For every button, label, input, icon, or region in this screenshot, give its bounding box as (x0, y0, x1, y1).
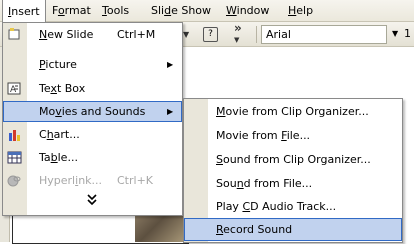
text-box-pre: Te (39, 82, 51, 95)
toolbar-options-icon[interactable]: » ▼ (234, 21, 242, 45)
movies-and-sounds-submenu: Movie from Clip Organizer... Movie from … (183, 98, 403, 243)
menu-format-label: rmat (64, 4, 91, 17)
submenu-item-record-sound[interactable]: Record Sound (184, 218, 402, 241)
table-text: le... (57, 151, 78, 164)
movie-clip-mnemonic: M (216, 105, 226, 118)
chart-text: art... (53, 128, 80, 141)
movie-file-text: ile... (286, 129, 311, 142)
menu-slideshow-pre: Sli (151, 4, 165, 17)
play-cd-label: Play CD Audio Track... (216, 195, 336, 218)
hyperlink-icon (7, 173, 22, 188)
submenu-arrow-icon: ▶ (167, 60, 174, 69)
menu-window[interactable]: Window (221, 0, 274, 21)
sound-file-text: d from File... (243, 177, 313, 190)
menu-slideshow-label: e Show (171, 4, 212, 17)
movies-text: ies and Sounds (61, 105, 146, 118)
text-box-text: t Box (56, 82, 86, 95)
toolbar-separator (256, 26, 257, 43)
menu-item-new-slide[interactable]: New Slide Ctrl+M (3, 24, 182, 45)
chart-pre: C (39, 128, 47, 141)
hyperlink-text: nk... (78, 174, 103, 187)
new-slide-icon (7, 27, 22, 42)
hyperlink-shortcut: Ctrl+K (117, 174, 154, 187)
help-icon[interactable]: ? (203, 27, 218, 42)
table-label: Table... (39, 147, 78, 168)
menu-slide-show[interactable]: Slide Show (146, 0, 216, 21)
sound-file-mnemonic: n (236, 177, 244, 190)
menu-window-mnemonic: W (226, 4, 237, 17)
movies-pre: Mo (39, 105, 56, 118)
chart-icon (7, 127, 22, 142)
table-pre: Ta (39, 151, 51, 164)
font-name-combobox[interactable]: Arial (261, 25, 387, 44)
play-cd-text: D Audio Track... (250, 200, 337, 213)
menu-format[interactable]: Format (47, 0, 96, 21)
text-box-label: Text Box (39, 78, 85, 99)
record-sound-text: ecord Sound (223, 223, 293, 236)
submenu-item-movie-from-clip-organizer[interactable]: Movie from Clip Organizer... (184, 100, 402, 123)
menu-item-hyperlink: Hyperlink... Ctrl+K (3, 170, 182, 191)
menu-item-text-box[interactable]: A Text Box (3, 78, 182, 99)
toolbar-more-caret-icon: ▼ (234, 36, 240, 44)
font-size-box[interactable]: 1 (404, 27, 411, 40)
record-sound-label: Record Sound (216, 218, 292, 241)
menu-bar: Insert Format Tools Slide Show Window He… (0, 0, 414, 22)
new-slide-label: New Slide (39, 24, 93, 45)
movie-clip-label: Movie from Clip Organizer... (216, 100, 369, 123)
menu-help[interactable]: Help (283, 0, 318, 21)
table-icon (7, 150, 22, 165)
picture-label: Picture (39, 54, 77, 75)
toolbar-more-glyph: » (234, 21, 242, 35)
sound-clip-mnemonic: S (216, 153, 223, 166)
submenu-item-sound-from-clip-organizer[interactable]: Sound from Clip Organizer... (184, 148, 402, 171)
hyperlink-label: Hyperlink... (39, 170, 102, 191)
insert-menu: New Slide Ctrl+M Picture ▶ A Text Box Mo… (2, 22, 183, 216)
hyperlink-pre: Hyperl (39, 174, 76, 187)
menu-help-label: elp (296, 4, 314, 17)
submenu-arrow-icon: ▶ (167, 107, 174, 116)
submenu-item-movie-from-file[interactable]: Movie from File... (184, 124, 402, 147)
play-cd-pre: Play (216, 200, 243, 213)
menu-insert-label: nsert (11, 5, 40, 18)
sound-clip-label: Sound from Clip Organizer... (216, 148, 371, 171)
menu-item-picture[interactable]: Picture ▶ (3, 54, 182, 75)
sound-clip-text: ound from Clip Organizer... (222, 153, 371, 166)
font-name-value: Arial (266, 28, 291, 41)
menu-tools[interactable]: Tools (97, 0, 134, 21)
table-mnemonic: b (50, 151, 58, 164)
movies-and-sounds-label: Movies and Sounds (39, 101, 145, 122)
sound-file-label: Sound from File... (216, 172, 312, 195)
menu-tools-label: ools (106, 4, 130, 17)
text-box-icon: A (7, 81, 22, 96)
font-name-dropdown-icon[interactable]: ▼ (392, 29, 398, 38)
submenu-item-play-cd-audio-track[interactable]: Play CD Audio Track... (184, 195, 402, 218)
movie-file-pre: Movie from (216, 129, 282, 142)
toolbar-dropdown-arrow-icon[interactable]: ▼ (183, 30, 189, 39)
expand-menu-chevron-icon[interactable] (87, 193, 97, 213)
new-slide-mnemonic: N (39, 28, 48, 41)
submenu-item-sound-from-file[interactable]: Sound from File... (184, 172, 402, 195)
picture-text: icture (45, 58, 77, 71)
movie-file-label: Movie from File... (216, 124, 310, 147)
menu-item-chart[interactable]: Chart... (3, 124, 182, 145)
menu-item-movies-and-sounds[interactable]: Movies and Sounds ▶ (3, 101, 182, 122)
new-slide-shortcut: Ctrl+M (117, 28, 156, 41)
movie-clip-text: ovie from Clip Organizer... (225, 105, 369, 118)
menu-format-mnemonic: o (57, 4, 65, 17)
sound-file-pre: Sou (216, 177, 237, 190)
menu-insert[interactable]: Insert (2, 0, 46, 22)
play-cd-mnemonic: C (242, 200, 251, 213)
menu-item-table[interactable]: Table... (3, 147, 182, 168)
menu-window-label: indow (236, 4, 270, 17)
chart-label: Chart... (39, 124, 80, 145)
chart-mnemonic: h (46, 128, 54, 141)
new-slide-text: ew Slide (47, 28, 94, 41)
